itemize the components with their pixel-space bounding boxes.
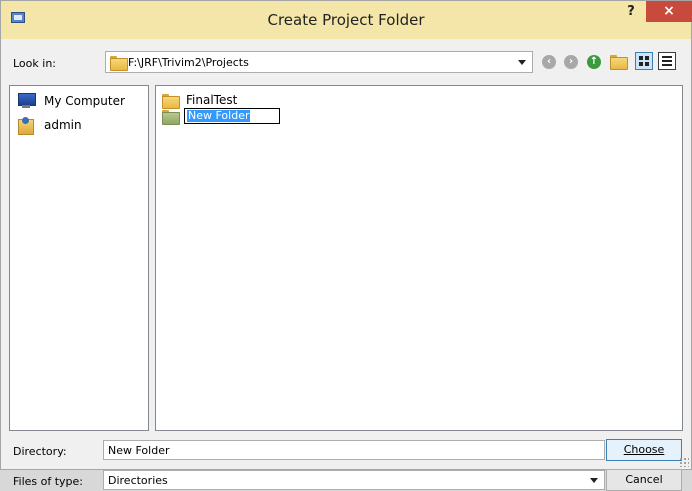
folder-icon	[162, 93, 180, 109]
sidebar-item-admin[interactable]: admin	[16, 114, 82, 136]
detail-view-icon[interactable]	[658, 52, 676, 70]
back-icon[interactable]: ‹	[542, 55, 556, 69]
places-sidebar[interactable]: My Computer admin	[9, 85, 149, 431]
look-in-path: F:\JRF\Trivim2\Projects	[128, 56, 249, 69]
files-of-type-label: Files of type:	[13, 475, 84, 488]
computer-icon	[16, 93, 36, 109]
choose-button-label: Choose	[623, 443, 665, 456]
parent-directory-icon[interactable]: ↑	[587, 55, 601, 69]
directory-label: Directory:	[13, 445, 67, 458]
folder-icon	[162, 109, 180, 125]
new-folder-icon[interactable]	[610, 55, 628, 70]
resize-grip-icon[interactable]	[679, 457, 689, 467]
close-button[interactable]: ×	[646, 1, 692, 22]
sidebar-item-label: My Computer	[44, 94, 125, 108]
files-of-type-combo[interactable]: Directories	[103, 470, 605, 490]
list-view-icon[interactable]	[635, 52, 653, 70]
file-list[interactable]: FinalTest New Folder	[155, 85, 683, 431]
look-in-label: Look in:	[13, 57, 56, 70]
title-bar[interactable]: Create Project Folder ? ×	[1, 1, 692, 39]
file-name: FinalTest	[186, 93, 238, 107]
dialog-body: Look in: F:\JRF\Trivim2\Projects ‹ › ↑ M…	[9, 39, 683, 491]
user-folder-icon	[16, 115, 36, 135]
chevron-down-icon[interactable]	[590, 478, 598, 483]
list-item-new-folder[interactable]: New Folder	[162, 108, 280, 125]
help-button[interactable]: ?	[618, 3, 644, 23]
sidebar-item-label: admin	[44, 118, 82, 132]
rename-input[interactable]: New Folder	[184, 108, 280, 124]
look-in-combo[interactable]: F:\JRF\Trivim2\Projects	[105, 51, 533, 73]
cancel-button[interactable]: Cancel	[606, 469, 682, 491]
forward-icon[interactable]: ›	[564, 55, 578, 69]
directory-value: New Folder	[108, 444, 170, 457]
choose-button[interactable]: Choose	[606, 439, 682, 461]
list-item[interactable]: FinalTest	[162, 92, 238, 109]
files-of-type-value: Directories	[108, 474, 168, 487]
rename-selected-text: New Folder	[187, 109, 251, 122]
window-title: Create Project Folder	[267, 11, 425, 29]
directory-input[interactable]: New Folder	[103, 440, 605, 460]
chevron-down-icon[interactable]	[518, 60, 526, 65]
folder-icon	[110, 56, 128, 71]
sidebar-item-my-computer[interactable]: My Computer	[16, 90, 125, 112]
dialog-window: Create Project Folder ? × Look in: F:\JR…	[0, 0, 692, 491]
